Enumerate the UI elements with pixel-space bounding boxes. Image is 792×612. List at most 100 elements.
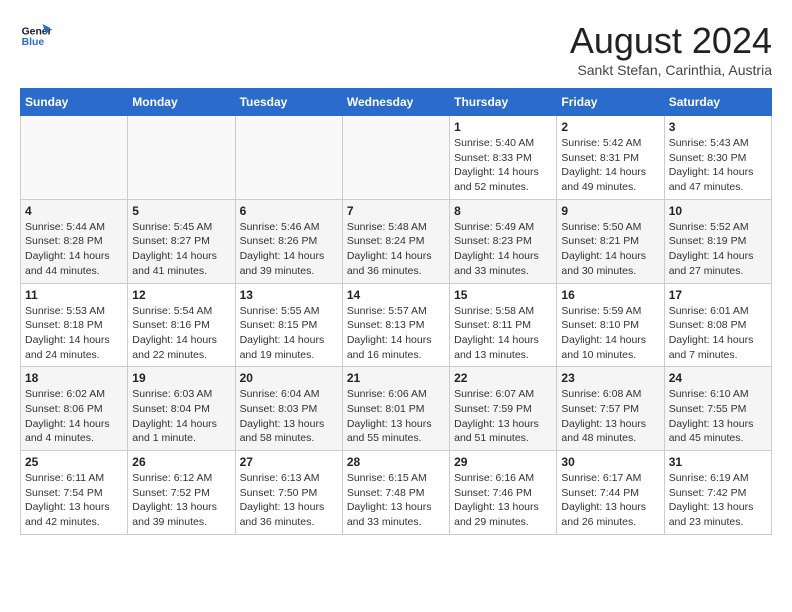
calendar-week-row: 11 Sunrise: 5:53 AM Sunset: 8:18 PM Dayli… bbox=[21, 283, 772, 367]
day-info: Sunrise: 6:03 AM Sunset: 8:04 PM Dayligh… bbox=[132, 387, 230, 446]
day-info: Sunrise: 5:46 AM Sunset: 8:26 PM Dayligh… bbox=[240, 220, 338, 279]
svg-text:Blue: Blue bbox=[22, 37, 45, 48]
day-info: Sunrise: 5:45 AM Sunset: 8:27 PM Dayligh… bbox=[132, 220, 230, 279]
calendar-day-cell bbox=[342, 116, 449, 200]
calendar-day-cell bbox=[128, 116, 235, 200]
calendar-day-cell: 20 Sunrise: 6:04 AM Sunset: 8:03 PM Dayli… bbox=[235, 367, 342, 451]
calendar-table: SundayMondayTuesdayWednesdayThursdayFrid… bbox=[20, 88, 772, 535]
day-number: 6 bbox=[240, 204, 338, 218]
logo: General Blue bbox=[20, 20, 52, 52]
day-info: Sunrise: 6:01 AM Sunset: 8:08 PM Dayligh… bbox=[669, 304, 767, 363]
calendar-day-cell: 19 Sunrise: 6:03 AM Sunset: 8:04 PM Dayli… bbox=[128, 367, 235, 451]
day-info: Sunrise: 5:49 AM Sunset: 8:23 PM Dayligh… bbox=[454, 220, 552, 279]
day-number: 1 bbox=[454, 120, 552, 134]
calendar-day-cell: 4 Sunrise: 5:44 AM Sunset: 8:28 PM Daylig… bbox=[21, 199, 128, 283]
calendar-day-cell: 11 Sunrise: 5:53 AM Sunset: 8:18 PM Dayli… bbox=[21, 283, 128, 367]
calendar-day-header: Sunday bbox=[21, 89, 128, 116]
day-number: 7 bbox=[347, 204, 445, 218]
calendar-day-cell: 3 Sunrise: 5:43 AM Sunset: 8:30 PM Daylig… bbox=[664, 116, 771, 200]
day-info: Sunrise: 5:43 AM Sunset: 8:30 PM Dayligh… bbox=[669, 136, 767, 195]
calendar-day-cell: 29Sunrise: 6:16 AM Sunset: 7:46 PM Dayli… bbox=[450, 451, 557, 535]
day-number: 17 bbox=[669, 288, 767, 302]
calendar-day-cell: 31 Sunrise: 6:19 AM Sunset: 7:42 PM Dayli… bbox=[664, 451, 771, 535]
calendar-day-cell: 5 Sunrise: 5:45 AM Sunset: 8:27 PM Daylig… bbox=[128, 199, 235, 283]
day-number: 24 bbox=[669, 371, 767, 385]
calendar-day-cell: 10 Sunrise: 5:52 AM Sunset: 8:19 PM Dayli… bbox=[664, 199, 771, 283]
calendar-day-header: Tuesday bbox=[235, 89, 342, 116]
day-number: 11 bbox=[25, 288, 123, 302]
day-info: Sunrise: 5:59 AM Sunset: 8:10 PM Dayligh… bbox=[561, 304, 659, 363]
calendar-day-cell: 12 Sunrise: 5:54 AM Sunset: 8:16 PM Dayli… bbox=[128, 283, 235, 367]
calendar-day-cell: 18 Sunrise: 6:02 AM Sunset: 8:06 PM Dayli… bbox=[21, 367, 128, 451]
day-info: Sunrise: 5:40 AM Sunset: 8:33 PM Dayligh… bbox=[454, 136, 552, 195]
day-info: Sunrise: 5:52 AM Sunset: 8:19 PM Dayligh… bbox=[669, 220, 767, 279]
calendar-day-cell: 25Sunrise: 6:11 AM Sunset: 7:54 PM Dayli… bbox=[21, 451, 128, 535]
day-number: 5 bbox=[132, 204, 230, 218]
page-header: General Blue August 2024 Sankt Stefan, C… bbox=[20, 20, 772, 78]
day-number: 21 bbox=[347, 371, 445, 385]
calendar-week-row: 4 Sunrise: 5:44 AM Sunset: 8:28 PM Daylig… bbox=[21, 199, 772, 283]
calendar-day-header: Monday bbox=[128, 89, 235, 116]
day-number: 23 bbox=[561, 371, 659, 385]
calendar-day-cell: 24 Sunrise: 6:10 AM Sunset: 7:55 PM Dayli… bbox=[664, 367, 771, 451]
day-number: 27 bbox=[240, 455, 338, 469]
day-number: 4 bbox=[25, 204, 123, 218]
day-number: 3 bbox=[669, 120, 767, 134]
day-number: 19 bbox=[132, 371, 230, 385]
day-number: 20 bbox=[240, 371, 338, 385]
day-info: Sunrise: 5:58 AM Sunset: 8:11 PM Dayligh… bbox=[454, 304, 552, 363]
day-number: 10 bbox=[669, 204, 767, 218]
calendar-day-cell: 1 Sunrise: 5:40 AM Sunset: 8:33 PM Daylig… bbox=[450, 116, 557, 200]
day-number: 30 bbox=[561, 455, 659, 469]
day-info: Sunrise: 6:17 AM Sunset: 7:44 PM Dayligh… bbox=[561, 471, 659, 530]
day-info: Sunrise: 5:54 AM Sunset: 8:16 PM Dayligh… bbox=[132, 304, 230, 363]
day-number: 31 bbox=[669, 455, 767, 469]
day-info: Sunrise: 6:10 AM Sunset: 7:55 PM Dayligh… bbox=[669, 387, 767, 446]
day-info: Sunrise: 6:07 AM Sunset: 7:59 PM Dayligh… bbox=[454, 387, 552, 446]
day-info: Sunrise: 6:02 AM Sunset: 8:06 PM Dayligh… bbox=[25, 387, 123, 446]
day-info: Sunrise: 6:04 AM Sunset: 8:03 PM Dayligh… bbox=[240, 387, 338, 446]
calendar-day-cell: 30 Sunrise: 6:17 AM Sunset: 7:44 PM Dayli… bbox=[557, 451, 664, 535]
calendar-day-cell: 28Sunrise: 6:15 AM Sunset: 7:48 PM Dayli… bbox=[342, 451, 449, 535]
calendar-day-cell: 26Sunrise: 6:12 AM Sunset: 7:52 PM Dayli… bbox=[128, 451, 235, 535]
day-number: 15 bbox=[454, 288, 552, 302]
day-info: Sunrise: 6:08 AM Sunset: 7:57 PM Dayligh… bbox=[561, 387, 659, 446]
day-info: Sunrise: 6:15 AM Sunset: 7:48 PM Dayligh… bbox=[347, 471, 445, 530]
location-subtitle: Sankt Stefan, Carinthia, Austria bbox=[570, 62, 772, 78]
day-info: Sunrise: 6:06 AM Sunset: 8:01 PM Dayligh… bbox=[347, 387, 445, 446]
day-number: 13 bbox=[240, 288, 338, 302]
calendar-day-header: Friday bbox=[557, 89, 664, 116]
day-number: 9 bbox=[561, 204, 659, 218]
day-info: Sunrise: 5:42 AM Sunset: 8:31 PM Dayligh… bbox=[561, 136, 659, 195]
day-info: Sunrise: 5:55 AM Sunset: 8:15 PM Dayligh… bbox=[240, 304, 338, 363]
day-number: 2 bbox=[561, 120, 659, 134]
calendar-day-cell bbox=[21, 116, 128, 200]
day-number: 14 bbox=[347, 288, 445, 302]
calendar-day-cell: 14 Sunrise: 5:57 AM Sunset: 8:13 PM Dayli… bbox=[342, 283, 449, 367]
calendar-day-cell: 7Sunrise: 5:48 AM Sunset: 8:24 PM Daylig… bbox=[342, 199, 449, 283]
calendar-day-cell: 21 Sunrise: 6:06 AM Sunset: 8:01 PM Dayli… bbox=[342, 367, 449, 451]
day-info: Sunrise: 6:19 AM Sunset: 7:42 PM Dayligh… bbox=[669, 471, 767, 530]
day-info: Sunrise: 5:44 AM Sunset: 8:28 PM Dayligh… bbox=[25, 220, 123, 279]
calendar-day-cell: 2 Sunrise: 5:42 AM Sunset: 8:31 PM Daylig… bbox=[557, 116, 664, 200]
calendar-day-cell: 6 Sunrise: 5:46 AM Sunset: 8:26 PM Daylig… bbox=[235, 199, 342, 283]
calendar-day-cell bbox=[235, 116, 342, 200]
day-number: 12 bbox=[132, 288, 230, 302]
calendar-day-cell: 27Sunrise: 6:13 AM Sunset: 7:50 PM Dayli… bbox=[235, 451, 342, 535]
logo-icon: General Blue bbox=[20, 20, 52, 52]
day-info: Sunrise: 5:57 AM Sunset: 8:13 PM Dayligh… bbox=[347, 304, 445, 363]
calendar-day-cell: 23 Sunrise: 6:08 AM Sunset: 7:57 PM Dayli… bbox=[557, 367, 664, 451]
day-number: 25 bbox=[25, 455, 123, 469]
day-number: 22 bbox=[454, 371, 552, 385]
day-number: 26 bbox=[132, 455, 230, 469]
calendar-day-cell: 8Sunrise: 5:49 AM Sunset: 8:23 PM Daylig… bbox=[450, 199, 557, 283]
calendar-week-row: 1 Sunrise: 5:40 AM Sunset: 8:33 PM Daylig… bbox=[21, 116, 772, 200]
day-number: 18 bbox=[25, 371, 123, 385]
day-info: Sunrise: 5:53 AM Sunset: 8:18 PM Dayligh… bbox=[25, 304, 123, 363]
calendar-week-row: 18 Sunrise: 6:02 AM Sunset: 8:06 PM Dayli… bbox=[21, 367, 772, 451]
calendar-day-cell: 22 Sunrise: 6:07 AM Sunset: 7:59 PM Dayli… bbox=[450, 367, 557, 451]
day-number: 16 bbox=[561, 288, 659, 302]
calendar-header-row: SundayMondayTuesdayWednesdayThursdayFrid… bbox=[21, 89, 772, 116]
calendar-day-header: Wednesday bbox=[342, 89, 449, 116]
title-section: August 2024 Sankt Stefan, Carinthia, Aus… bbox=[570, 20, 772, 78]
